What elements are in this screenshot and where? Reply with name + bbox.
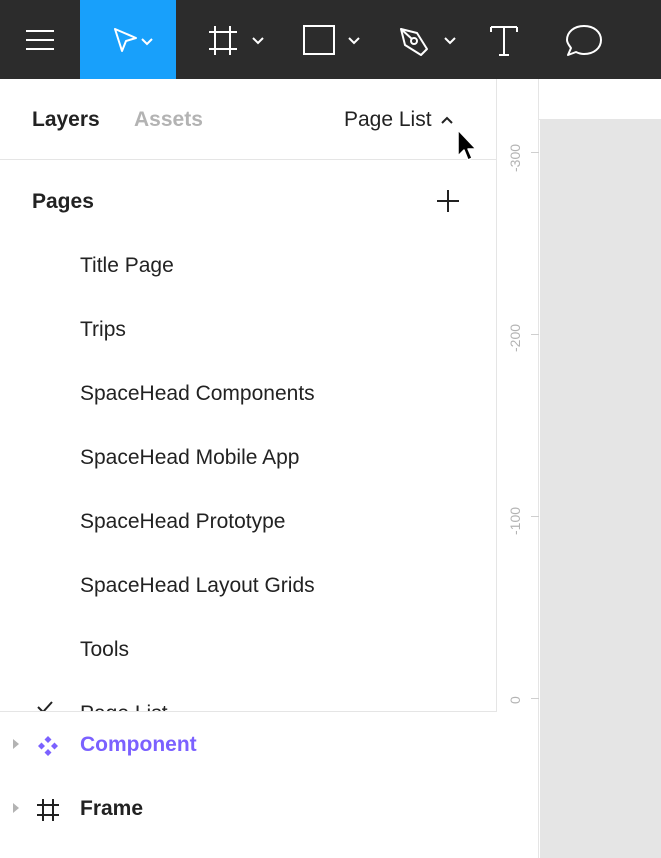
- frame-hash-icon: [37, 799, 59, 821]
- pages-header: Pages: [32, 190, 94, 213]
- add-page-icon[interactable]: [435, 188, 461, 214]
- ruler-left: [497, 120, 539, 858]
- page-item-tools[interactable]: Tools: [80, 637, 129, 663]
- layer-label-component: Component: [80, 733, 197, 756]
- move-tool-button[interactable]: [80, 0, 176, 79]
- chevron-up-icon: [440, 116, 453, 124]
- ruler-corner: [497, 79, 539, 120]
- page-item-trips[interactable]: Trips: [80, 317, 126, 343]
- chevron-down-icon: [252, 36, 264, 44]
- layers-list: Component Frame: [0, 711, 497, 858]
- page-item-spacehead-components[interactable]: SpaceHead Components: [80, 381, 315, 407]
- mouse-cursor-icon: [457, 129, 477, 161]
- pen-tool-button[interactable]: [388, 0, 468, 79]
- rectangle-icon: [303, 24, 360, 55]
- panel-tabs: Layers Assets Page List: [0, 79, 497, 160]
- text-tool-button[interactable]: [474, 0, 534, 79]
- page-item-spacehead-mobile-app[interactable]: SpaceHead Mobile App: [80, 445, 300, 471]
- expand-caret-icon[interactable]: [11, 802, 21, 814]
- shape-tool-button[interactable]: [290, 0, 370, 79]
- comment-bubble-icon: [566, 24, 602, 56]
- pages-section: Pages Title Page Trips SpaceHead Compone…: [0, 160, 497, 712]
- ruler-label: -100: [507, 506, 523, 535]
- tab-assets[interactable]: Assets: [134, 107, 203, 133]
- text-icon: [490, 25, 518, 56]
- layer-row-frame[interactable]: Frame: [0, 789, 497, 829]
- ruler-tick: [531, 152, 539, 153]
- toolbar: [0, 0, 661, 79]
- ruler-tick: [531, 698, 539, 699]
- page-list-toggle-label: Page List: [344, 108, 432, 131]
- frame-hash-icon: [209, 25, 264, 55]
- page-list-toggle[interactable]: Page List: [344, 107, 454, 133]
- page-item-title-page[interactable]: Title Page: [80, 253, 174, 279]
- comment-tool-button[interactable]: [554, 0, 614, 79]
- ruler-label: -200: [507, 323, 523, 352]
- tab-layers[interactable]: Layers: [32, 107, 100, 133]
- menu-button[interactable]: [0, 0, 80, 79]
- expand-caret-icon[interactable]: [11, 738, 21, 750]
- ruler-tick: [531, 516, 539, 517]
- hamburger-menu-icon: [26, 29, 54, 50]
- component-icon: [38, 736, 58, 756]
- frame-tool-button[interactable]: [196, 0, 276, 79]
- ruler-label: 0: [507, 696, 523, 704]
- layer-row-component[interactable]: Component: [0, 725, 497, 765]
- layer-label-frame: Frame: [80, 797, 144, 820]
- pen-icon: [400, 27, 456, 56]
- move-arrow-icon: [114, 27, 153, 52]
- canvas[interactable]: [540, 120, 661, 858]
- left-panel: Layers Assets Page List Pages Title Page…: [0, 79, 497, 858]
- ruler-tick: [531, 334, 539, 335]
- ruler-label: -300: [507, 143, 523, 172]
- page-item-spacehead-prototype[interactable]: SpaceHead Prototype: [80, 509, 285, 535]
- page-item-spacehead-layout-grids[interactable]: SpaceHead Layout Grids: [80, 573, 315, 599]
